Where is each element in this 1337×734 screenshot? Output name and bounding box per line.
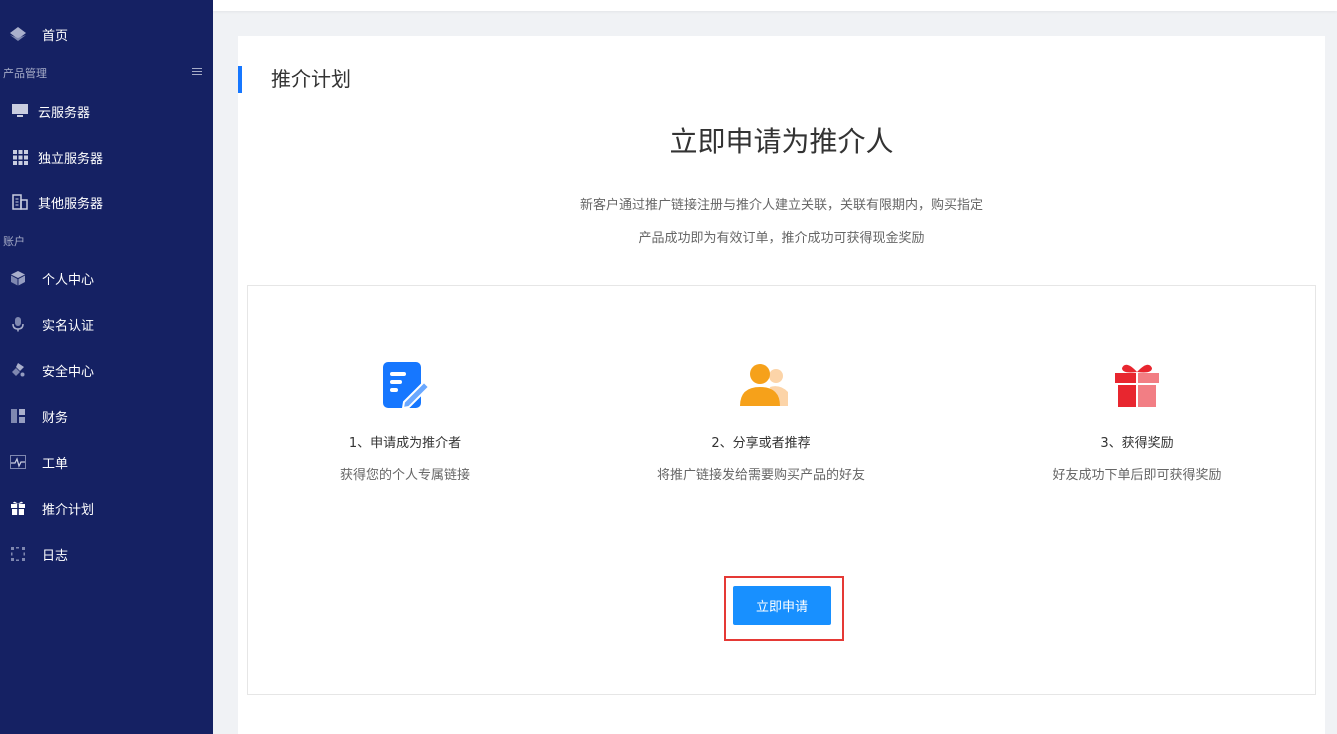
page-title: 推介计划 [271, 67, 351, 91]
sidebar-item-referral[interactable]: 推介计划 [0, 488, 213, 528]
sidebar-item-label: 工单 [42, 456, 69, 472]
sidebar-item-label: 其他服务器 [38, 196, 104, 212]
pulse-icon [9, 453, 27, 471]
sidebar-item-label: 日志 [42, 548, 69, 564]
sidebar-item-home[interactable]: 首页 [0, 14, 213, 54]
sidebar-item-label: 云服务器 [38, 105, 91, 121]
step-reward: 3、获得奖励 好友成功下单后即可获得奖励 [977, 360, 1297, 483]
step-description: 获得您的个人专属链接 [339, 468, 470, 483]
log-icon [9, 545, 27, 563]
sidebar-item-ticket[interactable]: 工单 [0, 442, 213, 482]
sidebar: 首页 产品管理 云服务器 独立服务器 其他服务器 账户 个人中心 实名认证 安全… [0, 0, 213, 734]
sidebar-item-realname-verify[interactable]: 实名认证 [0, 304, 213, 344]
cube-icon [9, 269, 27, 287]
section-header-account: 账户 [3, 235, 25, 248]
grid-icon [11, 148, 29, 166]
sidebar-item-other-server[interactable]: 其他服务器 [0, 182, 213, 222]
home-icon [9, 25, 27, 43]
building-icon [11, 193, 29, 211]
sidebar-item-label: 实名认证 [42, 318, 95, 334]
sidebar-item-cloud-server[interactable]: 云服务器 [0, 91, 213, 131]
step-title: 2、分享或者推荐 [711, 436, 811, 451]
sidebar-item-dedicated-server[interactable]: 独立服务器 [0, 137, 213, 177]
sidebar-item-label: 安全中心 [42, 364, 95, 380]
apply-now-button[interactable]: 立即申请 [733, 586, 831, 625]
sidebar-item-finance[interactable]: 财务 [0, 396, 213, 436]
step-apply: 1、申请成为推介者 获得您的个人专属链接 [245, 360, 565, 483]
top-bar [213, 0, 1337, 11]
step-description: 好友成功下单后即可获得奖励 [1052, 468, 1222, 483]
sidebar-item-label: 独立服务器 [38, 151, 104, 167]
microphone-icon [9, 315, 27, 333]
sidebar-item-label: 推介计划 [42, 502, 95, 518]
gift-icon [9, 499, 27, 517]
step-title: 3、获得奖励 [1100, 436, 1174, 451]
menu-collapse-icon[interactable] [192, 68, 202, 76]
title-accent-bar [238, 66, 242, 93]
section-header-products: 产品管理 [3, 67, 47, 80]
finance-icon [9, 407, 27, 425]
sidebar-item-log[interactable]: 日志 [0, 534, 213, 574]
hero-title: 立即申请为推介人 [669, 125, 894, 158]
step-description: 将推广链接发给需要购买产品的好友 [656, 468, 865, 483]
shield-icon [9, 361, 27, 379]
step-title: 1、申请成为推介者 [348, 436, 462, 451]
hero-description-line-2: 产品成功即为有效订单，推介成功可获得现金奖励 [638, 231, 925, 246]
hero-description-line-1: 新客户通过推广链接注册与推介人建立关联，关联有限期内，购买指定 [579, 198, 983, 213]
sidebar-item-label: 首页 [42, 28, 69, 44]
sidebar-item-personal-center[interactable]: 个人中心 [0, 258, 213, 298]
monitor-icon [11, 102, 29, 120]
users-icon [736, 360, 788, 410]
form-edit-icon [380, 360, 431, 410]
step-share: 2、分享或者推荐 将推广链接发给需要购买产品的好友 [601, 360, 921, 483]
sidebar-item-label: 个人中心 [42, 272, 95, 288]
sidebar-item-security-center[interactable]: 安全中心 [0, 350, 213, 390]
gift-icon [1112, 360, 1162, 410]
sidebar-item-label: 财务 [42, 410, 69, 426]
